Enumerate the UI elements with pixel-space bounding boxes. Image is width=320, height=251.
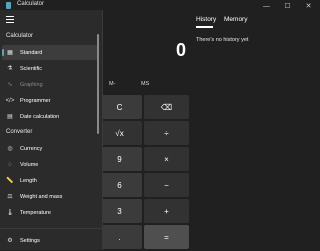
nav-item-temperature[interactable]: 🌡 Temperature xyxy=(2,205,98,220)
active-tab-indicator xyxy=(196,26,213,28)
memory-store-button[interactable]: MS xyxy=(141,81,149,87)
minimize-button[interactable]: — xyxy=(256,0,277,12)
length-icon: 📏 xyxy=(6,178,14,184)
backspace-button[interactable]: ⌫ xyxy=(144,95,189,119)
nav-item-label: Temperature xyxy=(20,209,51,216)
nav-item-programmer[interactable]: </> Programmer xyxy=(2,93,98,108)
calculator-app-icon xyxy=(6,2,11,9)
date-calculation-icon: ▤ xyxy=(7,114,13,120)
digit-9-button[interactable]: 9 xyxy=(97,147,142,171)
programmer-icon: </> xyxy=(5,97,15,104)
nav-item-volume[interactable]: ◌ Volume xyxy=(2,157,98,172)
nav-item-label: Standard xyxy=(20,49,43,56)
subtract-button[interactable]: − xyxy=(144,173,189,197)
maximize-button[interactable]: ☐ xyxy=(277,0,298,12)
nav-item-label: Volume xyxy=(20,161,39,168)
nav-item-scientific[interactable]: ⚗ Scientific xyxy=(2,61,98,76)
scientific-icon: ⚗ xyxy=(7,66,13,72)
nav-item-weight-and-mass[interactable]: ⚖ Weight and mass xyxy=(2,189,98,204)
graphing-icon: ∿ xyxy=(7,82,13,88)
nav-scrollbar[interactable] xyxy=(97,34,99,134)
equals-button[interactable]: = xyxy=(144,225,189,249)
nav-item-label: Graphing xyxy=(20,81,43,88)
section-header-converter: Converter xyxy=(6,129,33,135)
close-button[interactable]: ✕ xyxy=(298,0,319,12)
nav-item-label: Date calculation xyxy=(20,113,60,120)
hamburger-menu-icon[interactable] xyxy=(6,16,14,23)
gear-icon: ⚙ xyxy=(7,238,13,244)
nav-item-label: Length xyxy=(20,177,37,184)
multiply-button[interactable]: × xyxy=(144,147,189,171)
digit-6-button[interactable]: 6 xyxy=(97,173,142,197)
section-header-calculator: Calculator xyxy=(6,33,34,39)
nav-item-graphing: ∿ Graphing xyxy=(2,77,98,92)
tab-memory[interactable]: Memory xyxy=(224,16,247,23)
result-display: 0 xyxy=(175,40,186,60)
navigation-flyout: Calculator ▦ Standard ⚗ Scientific ∿ Gra… xyxy=(0,10,103,250)
nav-item-label: Currency xyxy=(20,145,43,152)
standard-icon: ▦ xyxy=(7,50,13,56)
clear-button[interactable]: C xyxy=(97,95,142,119)
nav-item-label: Settings xyxy=(20,237,40,244)
nav-item-standard[interactable]: ▦ Standard xyxy=(2,45,98,60)
decimal-button[interactable]: . xyxy=(97,225,142,249)
weight-icon: ⚖ xyxy=(7,194,13,200)
volume-icon: ◌ xyxy=(8,161,12,168)
window-title: Calculator xyxy=(17,1,45,7)
divide-button[interactable]: ÷ xyxy=(144,121,189,145)
tab-history[interactable]: History xyxy=(196,16,216,23)
square-root-button[interactable]: √x xyxy=(97,121,142,145)
nav-item-label: Scientific xyxy=(20,65,43,72)
nav-item-settings[interactable]: ⚙ Settings xyxy=(2,233,98,248)
nav-item-label: Programmer xyxy=(20,97,51,104)
memory-subtract-button[interactable]: M- xyxy=(109,81,115,87)
nav-item-currency[interactable]: ◎ Currency xyxy=(2,141,98,156)
window-controls: — ☐ ✕ xyxy=(256,0,319,12)
nav-item-label: Weight and mass xyxy=(20,193,63,200)
nav-item-length[interactable]: 📏 Length xyxy=(2,173,98,188)
currency-icon: ◎ xyxy=(7,146,13,152)
history-empty-message: There's no history yet xyxy=(196,37,249,43)
digit-3-button[interactable]: 3 xyxy=(97,199,142,223)
selection-indicator xyxy=(2,49,4,56)
temperature-icon: 🌡 xyxy=(6,210,14,216)
nav-divider xyxy=(0,228,102,229)
nav-item-date-calculation[interactable]: ▤ Date calculation xyxy=(2,109,98,124)
add-button[interactable]: + xyxy=(144,199,189,223)
